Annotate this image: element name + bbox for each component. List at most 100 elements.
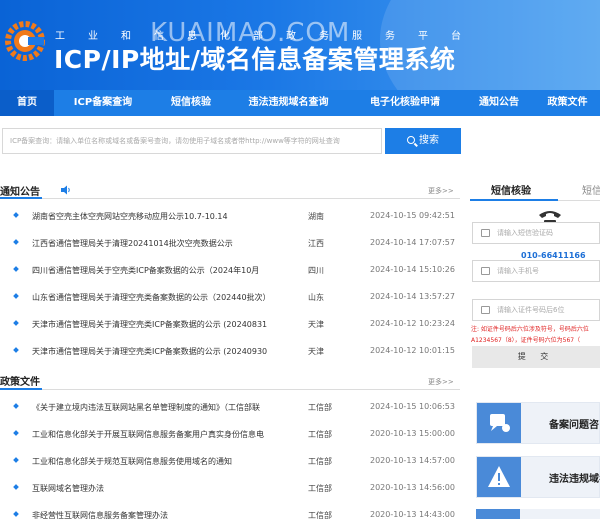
quick-link-partial[interactable] [476,509,600,519]
notice-row: 天津市通信管理局关于清理空壳类ICP备案数据的公示 (20240930 天津 2… [0,338,460,365]
nav-icp-query[interactable]: ICP备案查询 [54,90,152,116]
notice-date: 2024-10-15 09:42:51 [370,211,455,220]
policy-date: 2020-10-13 14:56:00 [370,483,455,492]
search-button-label: 搜索 [419,135,439,146]
bullet-icon [13,403,19,409]
notice-region: 天津 [308,320,324,329]
bullet-icon [13,457,19,463]
speaker-icon [61,185,70,195]
notice-date: 2024-10-12 10:01:15 [370,346,455,355]
policy-row: 工业和信息化部关于规范互联网信息服务使用域名的通知 工信部 2020-10-13… [0,448,460,475]
policies-divider [0,388,460,390]
tab-sms-next[interactable]: 短信 [582,182,600,197]
bullet-icon [13,511,19,517]
policy-date: 2020-10-13 14:57:00 [370,456,455,465]
policy-source: 工信部 [308,511,332,519]
notice-region: 山东 [308,293,324,302]
policies-more-link[interactable]: 更多>> [428,377,454,387]
notice-title[interactable]: 天津市通信管理局关于清理空壳类ICP备案数据的公示 (20240831 [32,319,300,330]
phone-number-input[interactable]: 请输入手机号 [472,260,600,282]
notice-title[interactable]: 湖南省空壳主体空壳网站空壳移动应用公示10.7-10.14 [32,211,300,222]
policies-heading: 政策文件 [0,377,40,388]
policy-row: 互联网域名管理办法 工信部 2020-10-13 14:56:00 [0,475,460,502]
quick-link-icon-bg [477,403,521,443]
policy-date: 2024-10-15 10:06:53 [370,402,455,411]
bullet-icon [13,347,19,353]
policy-title[interactable]: 工业和信息化部关于开展互联网信息服务备案用户真实身份信息电 [32,429,300,440]
policy-source: 工信部 [308,430,332,439]
quick-link-label: 备案问题咨 [549,420,599,431]
policy-row: 非经营性互联网信息服务备案管理办法 工信部 2020-10-13 14:43:0… [0,502,460,519]
note-line-1: 注: 如证件号码后六位涉及符号，号码后六位 [471,326,589,333]
policy-date: 2020-10-13 14:43:00 [370,510,455,519]
quick-link-consult[interactable]: 备案问题咨 [476,402,600,444]
policy-title[interactable]: 《关于建立境内违法互联网站黑名单管理制度的通知》（工信部联 [32,402,300,413]
sms-code-input[interactable]: 请输入短信验证码 [472,222,600,244]
phone-placeholder: 请输入手机号 [497,267,539,275]
notice-title[interactable]: 四川省通信管理局关于空壳类ICP备案数据的公示（2024年10月 [32,265,300,276]
notice-row: 江西省通信管理局关于清理20241014批次空壳数据公示 江西 2024-10-… [0,230,460,257]
notice-row: 山东省通信管理局关于清理空壳类备案数据的公示（202440批次） 山东 2024… [0,284,460,311]
policy-title[interactable]: 工业和信息化部关于规范互联网信息服务使用域名的通知 [32,456,300,467]
quick-link-icon-bg [477,457,521,497]
notice-row: 天津市通信管理局关于清理空壳类ICP备案数据的公示 (20240831 天津 2… [0,311,460,338]
bullet-icon [13,430,19,436]
icp-search-input[interactable]: ICP备案查询：请输入单位名称或域名或备案号查询，请勿使用子域名或者带http:… [2,128,382,154]
notice-title[interactable]: 山东省通信管理局关于清理空壳类备案数据的公示（202440批次） [32,292,300,303]
notice-region: 四川 [308,266,324,275]
search-icon [407,136,415,144]
notice-region: 江西 [308,239,324,248]
submit-button[interactable]: 提 交 [472,346,600,368]
notice-date: 2024-10-14 13:57:27 [370,292,455,301]
bullet-icon [13,320,19,326]
notice-date: 2024-10-14 17:07:57 [370,238,455,247]
policy-source: 工信部 [308,403,332,412]
quick-link-illegal-domain[interactable]: 违法违规域名 [476,456,600,498]
id-number-input[interactable]: 请输入证件号码后6位 [472,299,600,321]
policy-source: 工信部 [308,484,332,493]
notice-region: 天津 [308,347,324,356]
main-nav: 首页 ICP备案查询 短信核验 违法违规域名查询 电子化核验申请 通知公告 政策… [0,90,600,116]
tab-sms-verify[interactable]: 短信核验 [491,182,531,197]
note-line-2: A1234567（8），证件号码六位为567（ [471,337,581,344]
quick-link-icon-bg [476,509,520,519]
quick-link-label: 违法违规域名 [549,474,600,485]
warning-icon [488,466,510,487]
notice-region: 湖南 [308,212,324,221]
policy-date: 2020-10-13 15:00:00 [370,429,455,438]
notice-title[interactable]: 天津市通信管理局关于清理空壳类ICP备案数据的公示 (20240930 [32,346,300,357]
watermark: KUAIMAO.COM [150,18,351,48]
site-header: 工业和信息化部政务服务平台 ICP/IP地址/域名信息备案管理系统 KUAIMA… [0,0,600,90]
sms-code-placeholder: 请输入短信验证码 [497,229,553,237]
policy-row: 《关于建立境内违法互联网站黑名单管理制度的通知》（工信部联 工信部 2024-1… [0,394,460,421]
notices-heading: 通知公告 [0,187,40,198]
notices-more-link[interactable]: 更多>> [428,186,454,196]
nav-e-verify-apply[interactable]: 电子化核验申请 [347,90,463,116]
chat-icon [490,414,510,432]
notice-title[interactable]: 江西省通信管理局关于清理20241014批次空壳数据公示 [32,238,300,249]
nav-illegal-domain-query[interactable]: 违法违规域名查询 [230,90,347,116]
nav-sms-verify[interactable]: 短信核验 [152,90,230,116]
nav-notices[interactable]: 通知公告 [463,90,535,116]
notice-date: 2024-10-14 15:10:26 [370,265,455,274]
policy-title[interactable]: 互联网域名管理办法 [32,483,300,494]
policy-row: 工业和信息化部关于开展互联网信息服务备案用户真实身份信息电 工信部 2020-1… [0,421,460,448]
miit-logo-icon [5,21,45,61]
message-icon [481,229,490,237]
policy-title[interactable]: 非经营性互联网信息服务备案管理办法 [32,510,300,519]
bullet-icon [13,266,19,272]
id-placeholder: 请输入证件号码后6位 [497,306,565,314]
search-button[interactable]: 搜索 [385,128,461,154]
bullet-icon [13,484,19,490]
hotline-number: 010-66411166 [521,251,586,260]
bullet-icon [13,293,19,299]
bullet-icon [13,212,19,218]
policy-source: 工信部 [308,457,332,466]
nav-home[interactable]: 首页 [0,90,54,116]
nav-policies[interactable]: 政策文件 [535,90,600,116]
notice-date: 2024-10-12 10:23:24 [370,319,455,328]
id-input-note: 注: 如证件号码后六位涉及符号，号码后六位 A1234567（8），证件号码六位… [471,324,600,346]
notices-divider [0,197,460,199]
notice-row: 四川省通信管理局关于空壳类ICP备案数据的公示（2024年10月 四川 2024… [0,257,460,284]
mobile-icon [481,267,490,275]
